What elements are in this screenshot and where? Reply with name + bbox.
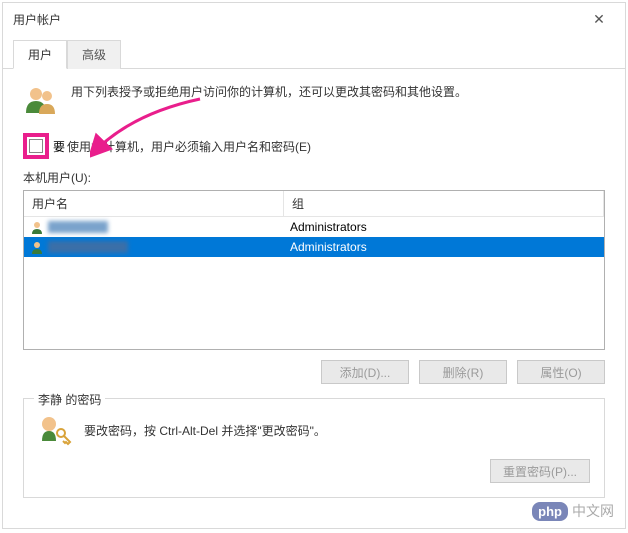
users-list-label: 本机用户(U): bbox=[23, 169, 605, 186]
tab-advanced[interactable]: 高级 bbox=[67, 40, 121, 69]
titlebar: 用户帐户 ✕ bbox=[3, 3, 625, 35]
username-blurred bbox=[48, 241, 128, 253]
require-password-row: 要 使用本计算机，用户必须输入用户名和密码(E) bbox=[23, 133, 605, 159]
intro-text: 用下列表授予或拒绝用户访问你的计算机，还可以更改其密码和其他设置。 bbox=[71, 83, 467, 101]
checkbox-prefix-hidden: 要 bbox=[53, 138, 65, 155]
group-cell: Administrators bbox=[284, 240, 604, 254]
require-password-checkbox[interactable] bbox=[29, 139, 43, 153]
table-row[interactable]: Administrators bbox=[24, 237, 604, 257]
password-group-title: 李静 的密码 bbox=[34, 391, 105, 408]
tab-user[interactable]: 用户 bbox=[13, 40, 67, 69]
php-badge: php bbox=[532, 502, 568, 521]
users-icon bbox=[23, 83, 59, 119]
user-icon bbox=[30, 220, 44, 234]
group-cell: Administrators bbox=[284, 220, 604, 234]
add-button[interactable]: 添加(D)... bbox=[321, 360, 409, 384]
password-row: 要改密码，按 Ctrl-Alt-Del 并选择"更改密码"。 bbox=[38, 413, 590, 447]
watermark: php 中文网 bbox=[528, 499, 618, 523]
close-icon: ✕ bbox=[593, 11, 605, 28]
window-title: 用户帐户 bbox=[13, 11, 61, 28]
user-icon bbox=[30, 240, 44, 254]
password-buttons: 重置密码(P)... bbox=[38, 459, 590, 483]
reset-password-button[interactable]: 重置密码(P)... bbox=[490, 459, 590, 483]
column-username[interactable]: 用户名 bbox=[24, 191, 284, 216]
users-listbox[interactable]: 用户名 组 Administrators bbox=[23, 190, 605, 350]
close-button[interactable]: ✕ bbox=[579, 7, 619, 31]
password-groupbox: 李静 的密码 要改密码，按 Ctrl-Alt-Del 并选择"更改密码"。 重置… bbox=[23, 398, 605, 498]
highlight-box bbox=[23, 133, 49, 159]
properties-button[interactable]: 属性(O) bbox=[517, 360, 605, 384]
watermark-text: 中文网 bbox=[572, 501, 614, 521]
intro-row: 用下列表授予或拒绝用户访问你的计算机，还可以更改其密码和其他设置。 bbox=[23, 83, 605, 119]
remove-button[interactable]: 删除(R) bbox=[419, 360, 507, 384]
password-hint-text: 要改密码，按 Ctrl-Alt-Del 并选择"更改密码"。 bbox=[84, 422, 326, 439]
list-buttons: 添加(D)... 删除(R) 属性(O) bbox=[23, 360, 605, 384]
username-blurred bbox=[48, 221, 108, 233]
user-accounts-dialog: 用户帐户 ✕ 用户 高级 用下列表授予或拒绝用户访问你的计算机，还可以更改其密码… bbox=[2, 2, 626, 529]
require-password-label: 使用本计算机，用户必须输入用户名和密码(E) bbox=[67, 138, 311, 155]
list-header: 用户名 组 bbox=[24, 191, 604, 217]
key-icon bbox=[38, 413, 72, 447]
table-row[interactable]: Administrators bbox=[24, 217, 604, 237]
tab-body: 用下列表授予或拒绝用户访问你的计算机，还可以更改其密码和其他设置。 要 使用本计… bbox=[3, 69, 625, 528]
column-group[interactable]: 组 bbox=[284, 191, 604, 216]
tab-strip: 用户 高级 bbox=[3, 39, 625, 69]
